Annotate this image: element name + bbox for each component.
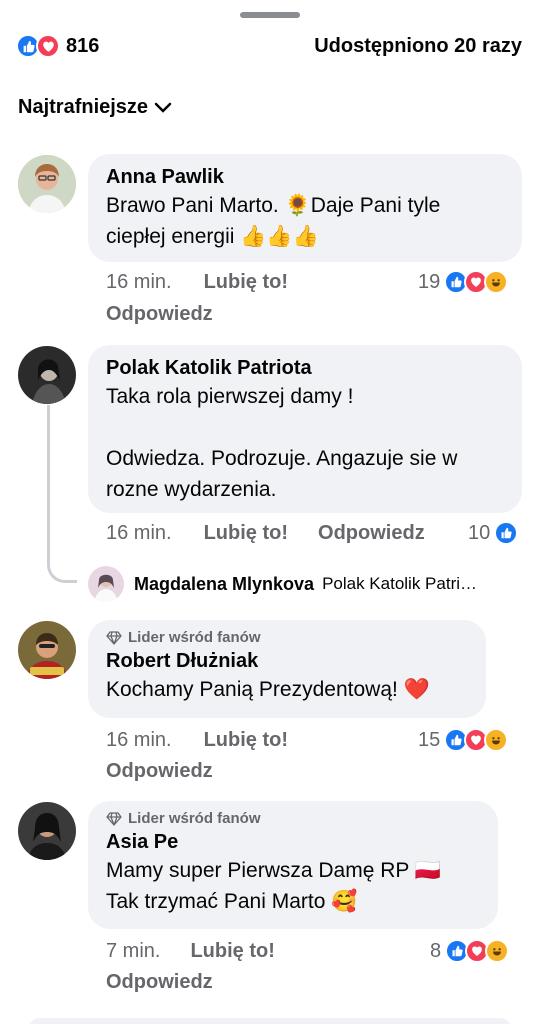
haha-icon (485, 939, 510, 963)
reply-preview[interactable]: Magdalena Mlynkova Polak Katolik Patri… (88, 566, 477, 602)
reaction-summary-button[interactable]: 816 (16, 34, 99, 58)
comment-bubble[interactable]: Polak Katolik Patriota Taka rola pierwsz… (88, 345, 522, 513)
comment-reaction-count: 8 (430, 939, 442, 962)
reply-author[interactable]: Magdalena Mlynkova (134, 574, 314, 595)
like-icon (494, 521, 519, 545)
diamond-icon (106, 812, 122, 826)
comment-time[interactable]: 16 min. (106, 271, 172, 294)
sort-label: Najtrafniejsze (18, 96, 149, 118)
comment-author[interactable]: Polak Katolik Patriota (106, 355, 504, 381)
like-button[interactable]: Lubię to! (204, 271, 288, 294)
avatar[interactable] (18, 802, 76, 860)
comment-text: Taka rola pierwszej damy ! Odwiedza. Pod… (106, 385, 458, 501)
reply-button[interactable]: Odpowiedz (106, 971, 213, 994)
comment-composer-edge[interactable] (28, 1018, 512, 1024)
comment-time[interactable]: 16 min. (106, 729, 172, 752)
comment-reactions[interactable]: 15 (418, 728, 509, 752)
reply-snippet: Polak Katolik Patri… (322, 574, 478, 593)
reaction-count[interactable]: 816 (66, 35, 99, 58)
like-button[interactable]: Lubię to! (204, 522, 288, 545)
comment-reaction-count: 19 (418, 270, 441, 293)
fan-badge: Lider wśród fanów (106, 809, 480, 829)
like-button[interactable]: Lubię to! (204, 729, 288, 752)
comment-reaction-count: 15 (418, 728, 441, 751)
drag-handle[interactable] (240, 12, 300, 18)
comment-time[interactable]: 16 min. (106, 522, 172, 545)
comment-bubble[interactable]: Lider wśród fanów Asia Pe Mamy super Pie… (88, 801, 498, 929)
comment-reactions[interactable]: 10 (468, 521, 519, 545)
haha-icon (484, 728, 509, 752)
sort-dropdown[interactable]: Najtrafniejsze (18, 96, 172, 119)
diamond-icon (106, 631, 122, 645)
comment-reactions[interactable]: 8 (430, 939, 510, 963)
comment-bubble[interactable]: Anna Pawlik Brawo Pani Marto. 🌻Daje Pani… (88, 154, 522, 262)
comment-author[interactable]: Robert Dłużniak (106, 648, 468, 674)
like-button[interactable]: Lubię to! (190, 940, 274, 963)
fan-badge-label: Lider wśród fanów (128, 629, 261, 646)
chevron-down-icon (154, 102, 172, 113)
comment-author[interactable]: Anna Pawlik (106, 164, 504, 190)
shares-count[interactable]: Udostępniono 20 razy (314, 35, 522, 58)
comment-author[interactable]: Asia Pe (106, 829, 480, 855)
comment-actions: 16 min. Lubię to! Odpowiedz (106, 522, 425, 545)
avatar[interactable] (18, 621, 76, 679)
love-icon (36, 34, 60, 58)
comment-actions: 7 min. Lubię to! (106, 940, 275, 963)
comment-text: Kochamy Panią Prezydentową! ❤️ (106, 678, 430, 701)
avatar[interactable] (18, 155, 76, 213)
fan-badge-label: Lider wśród fanów (128, 810, 261, 827)
avatar[interactable] (88, 566, 124, 602)
reactions-summary: 816 Udostępniono 20 razy (16, 30, 522, 62)
comment-actions: 16 min. Lubię to! (106, 729, 288, 752)
comment-bubble[interactable]: Lider wśród fanów Robert Dłużniak Kocham… (88, 620, 486, 718)
reply-button[interactable]: Odpowiedz (106, 760, 213, 783)
comment-time[interactable]: 7 min. (106, 940, 160, 963)
reply-button[interactable]: Odpowiedz (318, 522, 425, 545)
comment-reaction-count: 10 (468, 521, 491, 544)
comment-reactions[interactable]: 19 (418, 270, 509, 294)
reply-button[interactable]: Odpowiedz (106, 303, 213, 326)
comment-text: Brawo Pani Marto. 🌻Daje Pani tyle ciepłe… (106, 194, 441, 248)
fan-badge: Lider wśród fanów (106, 628, 468, 648)
comment-actions: 16 min. Lubię to! (106, 271, 288, 294)
thread-line (47, 405, 77, 583)
haha-icon (484, 270, 509, 294)
comment-text: Mamy super Pierwsza Damę RP 🇵🇱 Tak trzym… (106, 859, 442, 913)
avatar[interactable] (18, 346, 76, 404)
